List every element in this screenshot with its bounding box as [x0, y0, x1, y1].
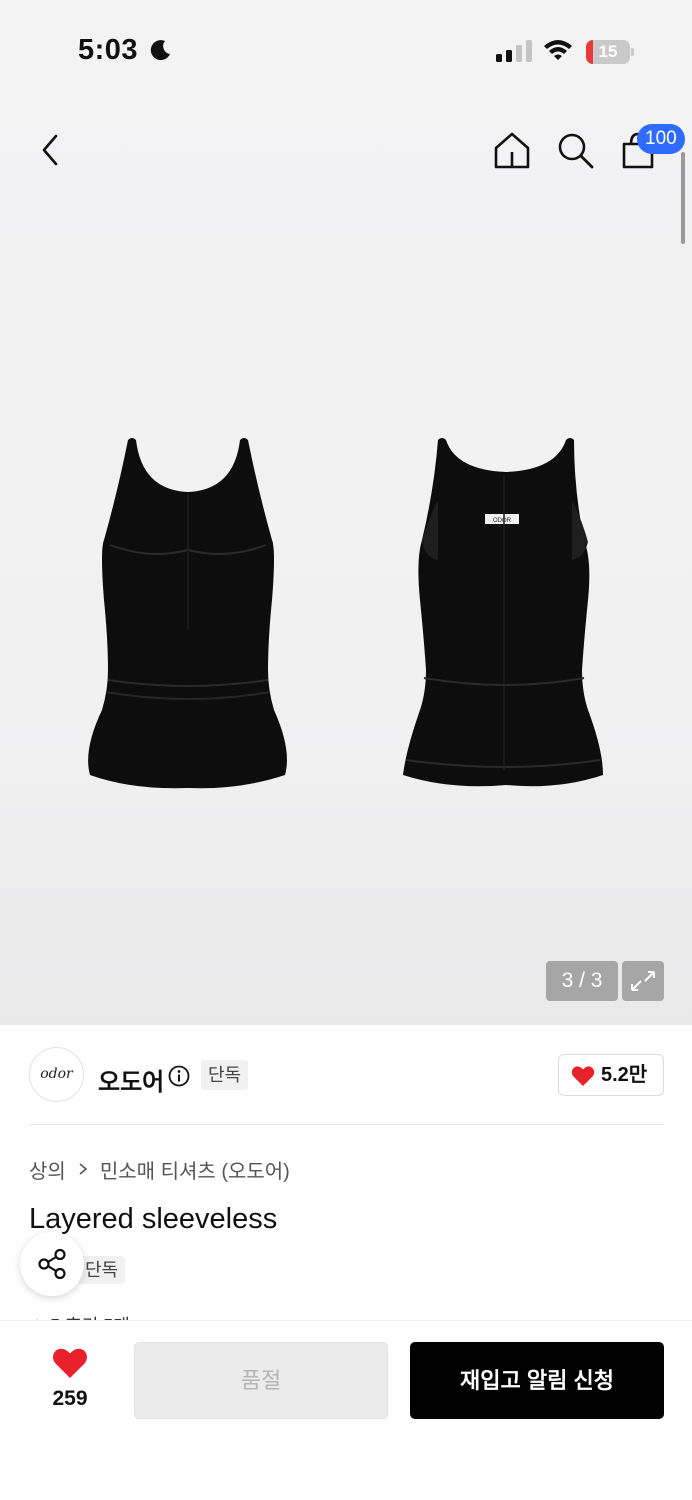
product-back-image: ODOR: [403, 438, 603, 787]
back-arrow-icon[interactable]: [28, 128, 72, 172]
brand-name[interactable]: 오도어: [98, 1062, 164, 1097]
restock-alert-button[interactable]: 재입고 알림 신청: [410, 1342, 664, 1419]
brand-logo[interactable]: odor: [29, 1047, 84, 1102]
signal-icon: [496, 40, 532, 62]
brand-like-count: 5.2만: [601, 1064, 648, 1086]
status-time: 5:03: [78, 34, 139, 66]
product-label-tag: ODOR: [493, 518, 512, 524]
chevron-right-icon: [79, 1163, 88, 1175]
breadcrumb-item-subcategory[interactable]: 민소매 티셔츠 (오도어): [100, 1155, 290, 1184]
cart-count-badge: 100: [637, 124, 685, 154]
wishlist-count: 259: [52, 1387, 88, 1410]
brand-row: odor 오도어 단독 5.2만: [0, 1025, 692, 1125]
wishlist-heart-icon[interactable]: [52, 1347, 88, 1379]
bottom-action-bar: 259 품절 재입고 알림 신청: [0, 1320, 692, 1500]
expand-icon: [631, 971, 655, 991]
image-counter: 3 / 3: [546, 961, 618, 1001]
info-icon[interactable]: [168, 1065, 190, 1087]
expand-button[interactable]: [622, 961, 664, 1001]
home-icon[interactable]: [490, 128, 534, 172]
battery-icon: 15: [586, 40, 634, 64]
brand-exclusive-tag: 단독: [201, 1060, 249, 1090]
share-icon: [38, 1248, 66, 1280]
product-title: Layered sleeveless: [29, 1203, 278, 1235]
share-button[interactable]: [20, 1232, 84, 1296]
status-bar: 5:03 15: [0, 0, 692, 100]
product-exclusive-tag: 단독: [78, 1256, 126, 1284]
battery-level: 15: [598, 42, 618, 61]
soldout-button[interactable]: 품절: [134, 1342, 388, 1419]
wifi-icon: [544, 40, 572, 60]
product-front-image: [88, 438, 287, 789]
divider: [29, 1124, 664, 1125]
moon-icon: [150, 40, 170, 61]
search-icon[interactable]: [553, 128, 597, 172]
brand-like-button[interactable]: 5.2만: [558, 1054, 664, 1096]
heart-icon: [571, 1066, 595, 1086]
breadcrumb: 상의 민소매 티셔츠 (오도어): [29, 1155, 290, 1183]
scrollbar[interactable]: [681, 152, 685, 244]
breadcrumb-item-category[interactable]: 상의: [29, 1155, 66, 1184]
